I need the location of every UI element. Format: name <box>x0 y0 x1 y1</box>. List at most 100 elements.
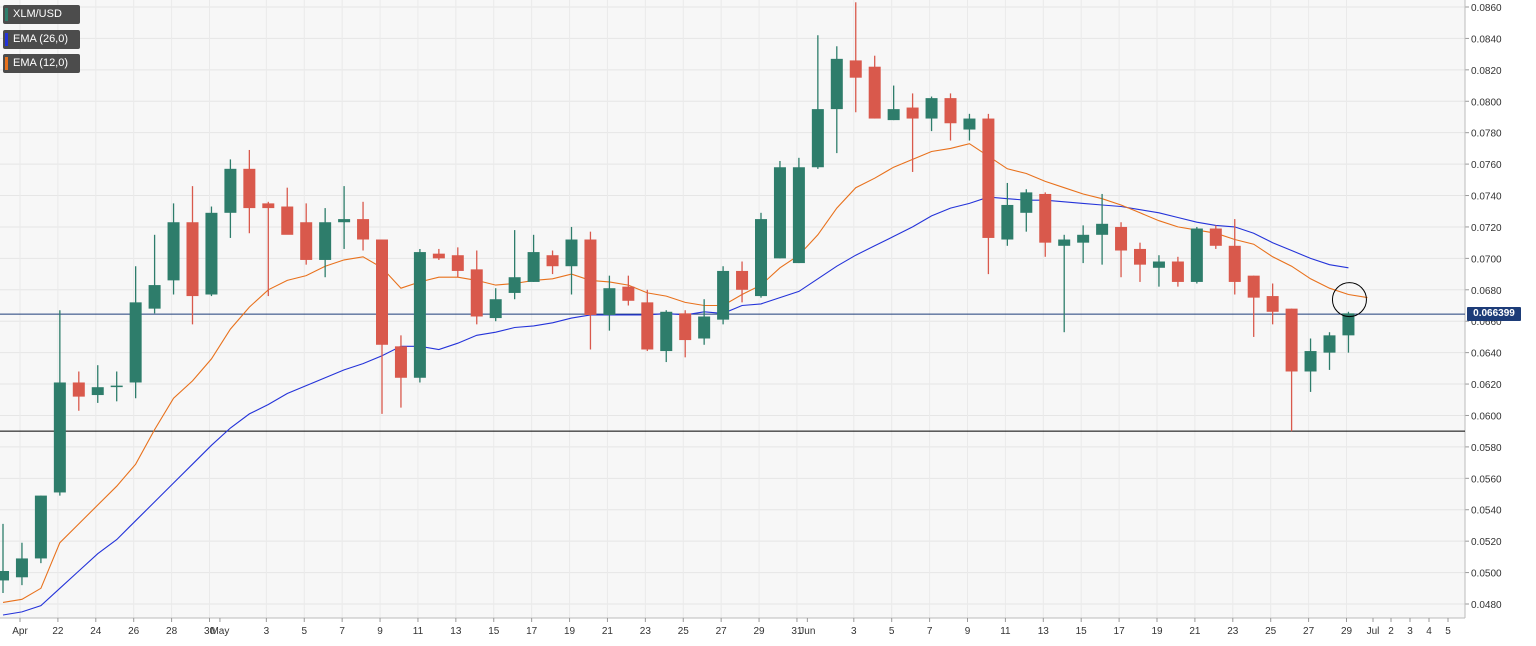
y-tick-label: 0.0840 <box>1471 34 1502 45</box>
candle-body <box>1304 351 1317 372</box>
candle-body <box>338 219 351 223</box>
x-tick-label: 9 <box>965 626 971 637</box>
x-tick-label: 28 <box>166 626 178 637</box>
x-tick-label: May <box>210 626 229 637</box>
x-tick-label: 17 <box>526 626 538 637</box>
x-tick-label: 29 <box>1341 626 1353 637</box>
candle-body <box>394 346 407 378</box>
candle-body <box>148 285 161 309</box>
y-tick-label: 0.0540 <box>1471 506 1502 517</box>
legend-ema-26-label: EMA (26,0) <box>13 33 69 45</box>
candle-body <box>34 495 47 559</box>
candle-body <box>186 222 199 297</box>
x-tick-label: 24 <box>90 626 102 637</box>
candle-body <box>849 60 862 78</box>
x-tick-label: 15 <box>488 626 500 637</box>
y-tick-label: 0.0860 <box>1471 3 1502 14</box>
candle-body <box>129 302 142 383</box>
legend-ema-12[interactable]: EMA (12,0) <box>3 54 80 73</box>
x-tick-label: 13 <box>450 626 462 637</box>
y-tick-label: 0.0580 <box>1471 443 1502 454</box>
candle-body <box>660 311 673 352</box>
x-tick-label: 3 <box>1407 626 1413 637</box>
candle-body <box>1058 239 1071 246</box>
y-tick-label: 0.0520 <box>1471 537 1502 548</box>
candle-body <box>1020 192 1033 213</box>
x-tick-label: 22 <box>52 626 64 637</box>
candle-body <box>1266 296 1279 312</box>
candle-body <box>527 252 540 282</box>
candle-body <box>698 316 711 339</box>
candle-body <box>1209 228 1222 246</box>
x-tick-label: 15 <box>1076 626 1088 637</box>
candle-body <box>679 313 692 341</box>
candle-body <box>91 387 104 396</box>
candle-body <box>319 222 332 260</box>
legend-ema-26[interactable]: EMA (26,0) <box>3 30 80 49</box>
x-tick-label: Jul <box>1367 626 1380 637</box>
candle-body <box>1190 228 1203 282</box>
x-tick-label: 23 <box>640 626 652 637</box>
candle-body <box>1077 234 1090 243</box>
candle-body <box>603 288 616 315</box>
y-tick-label: 0.0480 <box>1471 600 1502 611</box>
candle-body <box>281 206 294 235</box>
y-tick-label: 0.0640 <box>1471 349 1502 360</box>
candle-body <box>565 239 578 267</box>
y-tick-label: 0.0500 <box>1471 569 1502 580</box>
candlestick-chart: 0.0480 0.0500 0.0520 0.0540 0.0560 0.0580 0.06… <box>0 0 1536 641</box>
candle-body <box>1096 223 1109 235</box>
x-tick-label: 29 <box>753 626 765 637</box>
y-tick-label: 0.0620 <box>1471 380 1502 391</box>
candle-body <box>0 571 9 581</box>
x-tick-label: Apr <box>12 626 28 637</box>
x-tick-label: 3 <box>851 626 857 637</box>
candle-body <box>432 253 445 259</box>
x-tick-label: 4 <box>1426 626 1432 637</box>
ema12-swatch <box>5 57 8 70</box>
candle-body <box>1171 261 1184 282</box>
candle-body <box>1039 193 1052 243</box>
x-tick-label: 5 <box>301 626 307 637</box>
y-tick-label: 0.0820 <box>1471 66 1502 77</box>
candle-body <box>736 270 749 290</box>
candle-body <box>1001 204 1014 240</box>
y-tick-label: 0.0760 <box>1471 160 1502 171</box>
candle-body <box>773 167 786 259</box>
candle-body <box>470 269 483 317</box>
candle-body <box>830 58 843 110</box>
candle-body <box>357 219 370 240</box>
x-tick-label: 19 <box>1151 626 1163 637</box>
x-tick-label: 7 <box>339 626 345 637</box>
x-tick-label: 5 <box>1445 626 1451 637</box>
candle-body <box>963 118 976 130</box>
candle-body <box>413 252 426 378</box>
candle-body <box>167 222 180 281</box>
x-tick-label: 7 <box>927 626 933 637</box>
x-tick-label: 11 <box>1000 626 1011 637</box>
x-tick-label: 21 <box>602 626 614 637</box>
x-tick-label: 9 <box>377 626 383 637</box>
x-tick-label: Jun <box>799 626 815 637</box>
x-tick-label: 19 <box>564 626 576 637</box>
x-tick-label: 2 <box>1388 626 1394 637</box>
candle-body <box>906 107 919 119</box>
candle-body <box>15 558 28 578</box>
candle-body <box>755 219 767 297</box>
candle-body <box>1134 248 1146 265</box>
candle-body <box>53 382 66 493</box>
x-tick-label: 3 <box>264 626 270 637</box>
candle-body <box>1247 275 1260 298</box>
candle-body <box>72 382 85 397</box>
y-tick-label: 0.0700 <box>1471 254 1502 265</box>
last-price-tag: 0.066399 <box>1467 307 1521 322</box>
candle-body <box>489 299 502 319</box>
y-tick-label: 0.0800 <box>1471 97 1502 108</box>
symbol-swatch <box>5 8 8 21</box>
x-tick-label: 25 <box>678 626 690 637</box>
y-tick-label: 0.0560 <box>1471 474 1502 485</box>
candle-body <box>584 239 597 315</box>
candle-body <box>205 212 218 295</box>
x-tick-label: 23 <box>1227 626 1239 637</box>
legend-symbol[interactable]: XLM/USD <box>3 5 80 24</box>
